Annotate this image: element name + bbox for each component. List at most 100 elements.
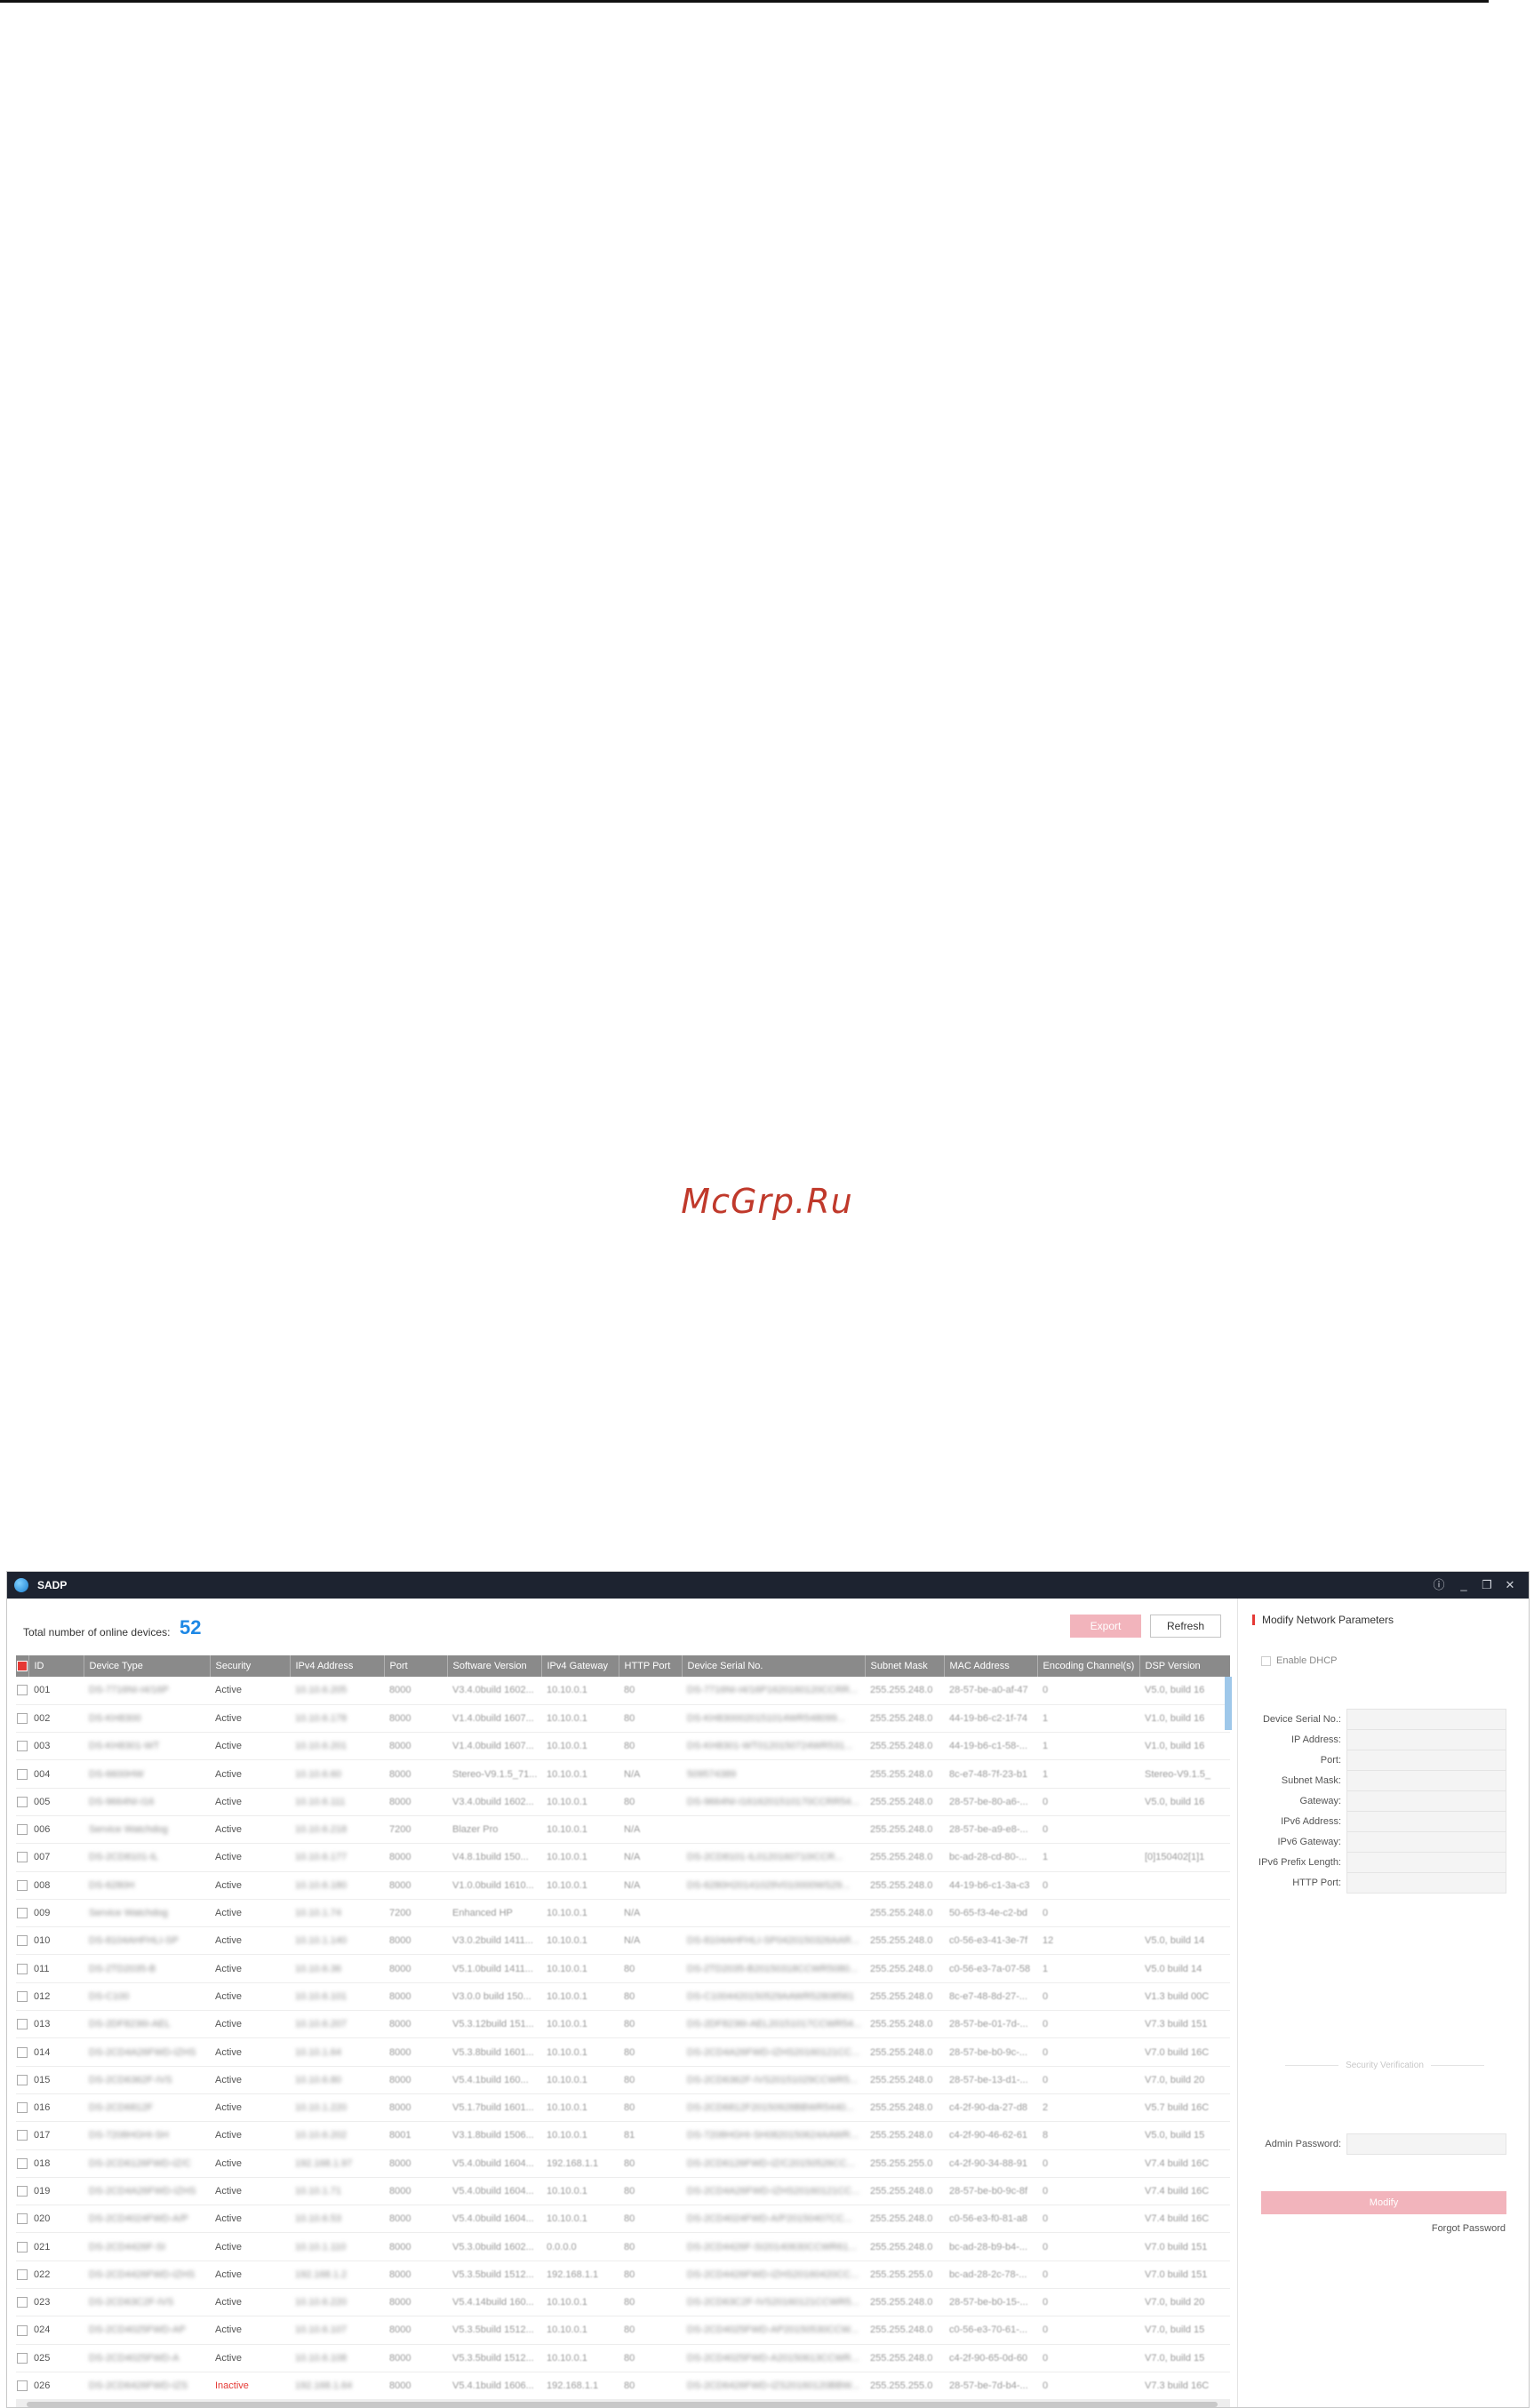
table-row[interactable]: 008 DS-6280H Active 10.10.6.180 8000 V1.0.0bu… [16, 1871, 1230, 1900]
checkbox-box[interactable] [17, 2074, 28, 2085]
column-header-ipv4-address[interactable]: IPv4 Address [289, 1655, 384, 1677]
column-header-dsp-version[interactable]: DSP Version [1139, 1655, 1230, 1677]
row-checkbox[interactable] [16, 2260, 28, 2288]
enable-dhcp-checkbox[interactable]: Enable DHCP [1261, 1655, 1337, 1666]
scrollbar-thumb[interactable] [27, 2402, 1218, 2407]
checkbox-box[interactable] [17, 1879, 28, 1891]
modify-button[interactable]: Modify [1261, 2191, 1506, 2214]
ipv6-gateway-input[interactable] [1346, 1831, 1506, 1853]
checkbox-box[interactable] [17, 2297, 28, 2308]
table-row[interactable]: 005 DS-9664NI-I16 Active 10.10.6.111 8000 V3.… [16, 1788, 1230, 1816]
column-header-id[interactable]: ID [28, 1655, 84, 1677]
row-checkbox[interactable] [16, 2149, 28, 2177]
table-row[interactable]: 026 DS-2CD6426FWD-IZS Inactive 192.168.1.64… [16, 2372, 1230, 2400]
row-checkbox[interactable] [16, 1815, 28, 1843]
row-checkbox[interactable] [16, 2372, 28, 2399]
row-checkbox[interactable] [16, 2093, 28, 2121]
row-checkbox[interactable] [16, 1788, 28, 1815]
row-checkbox[interactable] [16, 1760, 28, 1788]
table-row[interactable]: 010 DS-8104AHFHLI-SP Active 10.10.1.140 8000… [16, 1927, 1230, 1955]
column-header-subnet-mask[interactable]: Subnet Mask [864, 1655, 944, 1677]
table-row[interactable]: 006 Service Watchdog Active 10.10.6.218 7200… [16, 1815, 1230, 1844]
select-all-checkbox[interactable] [16, 1655, 28, 1677]
table-row[interactable]: 020 DS-2CD4024FWD-A/P Active 10.10.6.53 8000… [16, 2205, 1230, 2233]
ipv6-address-input[interactable] [1346, 1811, 1506, 1832]
checkbox-box[interactable] [17, 1908, 28, 1919]
row-checkbox[interactable] [16, 1927, 28, 1955]
checkbox-box[interactable] [17, 2046, 28, 2058]
table-row[interactable]: 024 DS-2CD4025FWD-AP Active 10.10.6.107 8000… [16, 2316, 1230, 2345]
subnet-mask-input[interactable] [1346, 1770, 1506, 1791]
row-checkbox[interactable] [16, 2316, 28, 2344]
row-checkbox[interactable] [16, 1982, 28, 2010]
column-header-software-version[interactable]: Software Version [446, 1655, 541, 1677]
table-row[interactable]: 015 DS-2CD6362F-IVS Active 10.10.6.80 8000 V5… [16, 2066, 1230, 2094]
checkbox-box[interactable] [17, 1768, 28, 1780]
restore-button[interactable]: ❐ [1477, 1575, 1497, 1595]
refresh-button[interactable]: Refresh [1150, 1615, 1221, 1638]
ipv6-prefix-length-input[interactable] [1346, 1852, 1506, 1873]
row-checkbox[interactable] [16, 1677, 28, 1704]
gateway-input[interactable] [1346, 1790, 1506, 1812]
dhcp-checkbox-box[interactable] [1261, 1655, 1271, 1666]
minimize-button[interactable]: _ [1454, 1575, 1474, 1595]
row-checkbox[interactable] [16, 1955, 28, 1982]
table-row[interactable]: 013 DS-2DF8236I-AEL Active 10.10.6.207 8000 V… [16, 2011, 1230, 2038]
row-checkbox[interactable] [16, 2289, 28, 2316]
column-header-encoding-channel-s[interactable]: Encoding Channel(s) [1036, 1655, 1139, 1677]
checkbox-box[interactable] [17, 2324, 28, 2336]
checkbox-box[interactable] [17, 1712, 28, 1724]
row-checkbox[interactable] [16, 2344, 28, 2372]
checkbox-box[interactable] [17, 2241, 28, 2253]
checkbox-box[interactable] [17, 1824, 28, 1836]
http-port-input[interactable] [1346, 1872, 1506, 1894]
row-checkbox[interactable] [16, 1899, 28, 1926]
table-row[interactable]: 019 DS-2CD4A26FWD-IZHS Active 10.10.1.71 800… [16, 2177, 1230, 2205]
row-checkbox[interactable] [16, 1704, 28, 1732]
checkbox-box[interactable] [17, 2019, 28, 2030]
checkbox-box[interactable] [17, 2130, 28, 2141]
column-header-http-port[interactable]: HTTP Port [618, 1655, 682, 1677]
row-checkbox[interactable] [16, 2233, 28, 2260]
table-row[interactable]: 007 DS-2CD8101-IL Active 10.10.6.177 8000 V4.… [16, 1844, 1230, 1872]
checkbox-box[interactable] [17, 1935, 28, 1947]
table-row[interactable]: 002 DS-KH8300 Active 10.10.6.178 8000 V1.4.0b… [16, 1704, 1230, 1733]
column-header-ipv4-gateway[interactable]: IPv4 Gateway [540, 1655, 619, 1677]
row-checkbox[interactable] [16, 1871, 28, 1899]
table-row[interactable]: 012 DS-C100 Active 10.10.6.101 8000 V3.0.0 bu… [16, 1982, 1230, 2011]
row-checkbox[interactable] [16, 2177, 28, 2205]
row-checkbox[interactable] [16, 2038, 28, 2066]
table-row[interactable]: 021 DS-2CD4426F-SI Active 10.10.1.110 8000 V5… [16, 2233, 1230, 2261]
row-checkbox[interactable] [16, 2205, 28, 2233]
column-header-device-type[interactable]: Device Type [83, 1655, 210, 1677]
checkbox-box[interactable] [17, 1963, 28, 1974]
table-row[interactable]: 016 DS-2CD6812F Active 10.10.1.220 8000 V5.1.… [16, 2093, 1230, 2122]
table-row[interactable]: 014 DS-2CD4A26FWD-IZHS Active 10.10.1.64 800… [16, 2038, 1230, 2067]
table-row[interactable]: 018 DS-2CD6126FWD-IZ/C Active 192.168.1.97 8… [16, 2149, 1230, 2178]
info-icon[interactable]: ⓘ [1429, 1575, 1449, 1595]
table-row[interactable]: 011 DS-2TD2035-B Active 10.10.6.36 8000 V5.1.… [16, 1955, 1230, 1983]
column-header-port[interactable]: Port [383, 1655, 447, 1677]
checkbox-box[interactable] [17, 1685, 28, 1696]
admin-password-input[interactable] [1346, 2133, 1506, 2155]
checkbox-box[interactable] [17, 2268, 28, 2280]
checkbox-box[interactable] [17, 1796, 28, 1807]
row-checkbox[interactable] [16, 1844, 28, 1871]
title-bar[interactable]: SADP ⓘ _ ❐ ✕ [7, 1572, 1529, 1599]
row-checkbox[interactable] [16, 1733, 28, 1760]
table-row[interactable]: 023 DS-2CD63C2F-IVS Active 10.10.6.220 8000 V… [16, 2289, 1230, 2316]
checkbox-box[interactable] [17, 2102, 28, 2114]
table-row[interactable]: 009 Service Watchdog Active 10.10.1.74 7200 E… [16, 1899, 1230, 1927]
checkbox-box[interactable] [17, 2352, 28, 2364]
export-button[interactable]: Export [1070, 1615, 1141, 1638]
checkbox-box[interactable] [17, 1990, 28, 2002]
row-checkbox[interactable] [16, 2011, 28, 2038]
close-button[interactable]: ✕ [1500, 1575, 1520, 1595]
column-header-device-serial-no[interactable]: Device Serial No. [681, 1655, 865, 1677]
table-row[interactable]: 001 DS-7716NI-I4/16P Active 10.10.6.205 8000… [16, 1677, 1230, 1705]
forgot-password-link[interactable]: Forgot Password [1432, 2223, 1506, 2234]
device-serial-no-input[interactable] [1346, 1709, 1506, 1730]
column-header-security[interactable]: Security [209, 1655, 290, 1677]
horizontal-scrollbar[interactable] [16, 2400, 1230, 2407]
table-row[interactable]: 025 DS-2CD4025FWD-A Active 10.10.6.108 8000 V… [16, 2344, 1230, 2372]
